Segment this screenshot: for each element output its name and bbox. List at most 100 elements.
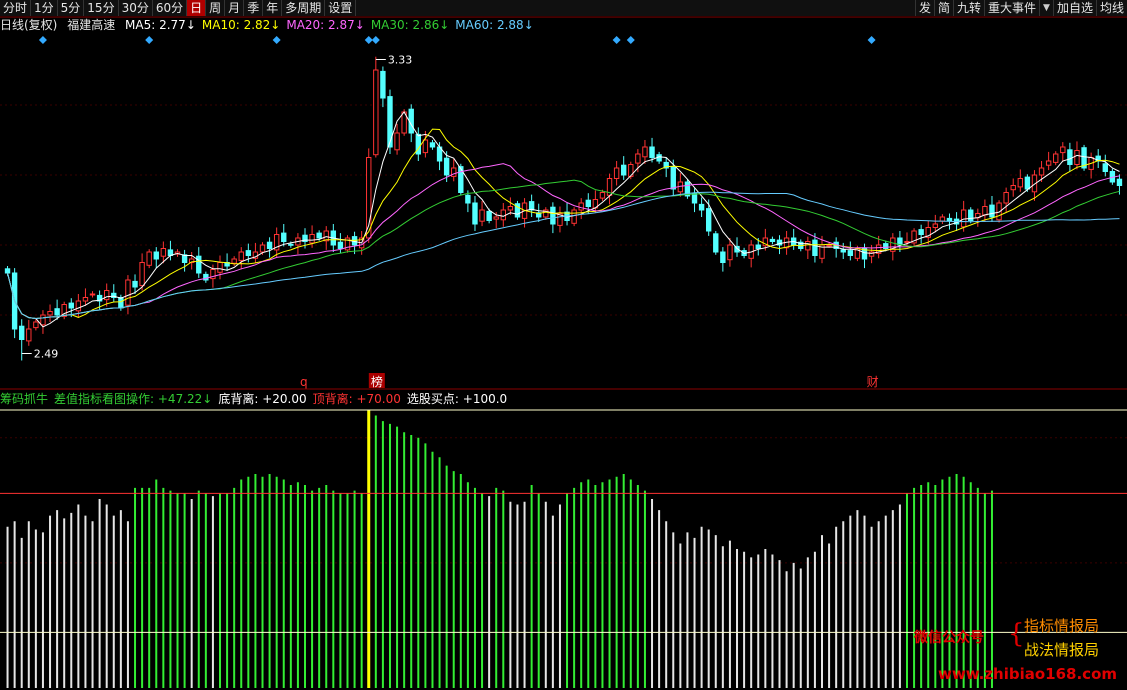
tab-3[interactable]: 15分 xyxy=(84,0,119,16)
candle-body-34 xyxy=(245,250,252,257)
candle-body-101 xyxy=(720,251,726,263)
candle-body-127 xyxy=(904,241,910,243)
candle-body-143 xyxy=(1017,178,1024,188)
diamond-marker-1 xyxy=(145,36,154,44)
candle-74 xyxy=(528,194,535,217)
candle-body-47 xyxy=(337,241,344,249)
diamond-marker-5 xyxy=(612,36,621,44)
candle-138 xyxy=(982,199,988,222)
right-button-1[interactable]: 简 xyxy=(934,0,953,16)
toolbar-right: 发简九转 重大事件 ▼ 加自选 均线 xyxy=(914,0,1127,16)
candle-105 xyxy=(748,240,754,268)
candle-body-148 xyxy=(1053,153,1059,163)
stock-name: 福建高速 xyxy=(67,18,116,32)
indicator-legend-item-3: 顶背离: +70.00 xyxy=(312,392,401,406)
dropdown-arrow-icon[interactable]: ▼ xyxy=(1039,0,1053,16)
event-marker-2: 财 xyxy=(867,375,879,389)
candlestick-series xyxy=(4,56,1123,361)
candle-98 xyxy=(698,197,705,217)
candle-body-65 xyxy=(465,194,471,204)
candle-body-5 xyxy=(40,314,46,326)
candle-body-131 xyxy=(932,223,939,228)
right-button-after-1[interactable]: 均线 xyxy=(1095,0,1127,16)
candle-60 xyxy=(429,140,436,150)
candle-5 xyxy=(40,310,46,334)
watermark: 微信公众号 { 指标情报局 战法情报局 www.zhibiao168.com xyxy=(914,615,1124,687)
candle-111 xyxy=(790,228,797,250)
right-button-3[interactable]: 重大事件 xyxy=(984,0,1039,16)
right-button-0[interactable]: 发 xyxy=(914,0,934,16)
candle-131 xyxy=(932,214,939,233)
tab-9[interactable]: 季 xyxy=(244,0,264,16)
candle-body-60 xyxy=(429,142,436,148)
tab-10[interactable]: 年 xyxy=(263,0,283,16)
candle-150 xyxy=(1067,142,1073,172)
candle-body-6 xyxy=(47,311,53,316)
candle-body-135 xyxy=(960,209,967,228)
candle-body-7 xyxy=(54,308,60,316)
toolbar: 分时 1分 5分 15分 30分 60分日周月季年多周期 设置 发简九转 重大事件 ▼ 加自选… xyxy=(0,0,1127,17)
tab-11[interactable]: 多周期 xyxy=(282,0,326,16)
candle-38 xyxy=(273,227,280,257)
candle-12 xyxy=(89,291,96,298)
candle-108 xyxy=(769,236,776,245)
tab-2[interactable]: 5分 xyxy=(58,0,85,16)
right-button-after-0[interactable]: 加自选 xyxy=(1052,0,1096,16)
candle-body-3 xyxy=(26,328,32,342)
candle-83 xyxy=(592,190,599,213)
candle-26 xyxy=(188,252,195,270)
tab-5[interactable]: 60分 xyxy=(153,0,188,16)
tab-7[interactable]: 周 xyxy=(206,0,226,16)
candle-body-141 xyxy=(1003,192,1009,204)
tab-1[interactable]: 1分 xyxy=(31,0,58,16)
candle-body-71 xyxy=(507,206,514,211)
candle-body-99 xyxy=(705,208,712,232)
candle-body-90 xyxy=(642,146,648,158)
diamond-marker-4 xyxy=(371,36,380,44)
candle-141 xyxy=(1003,187,1009,213)
tab-4[interactable]: 30分 xyxy=(119,0,153,16)
candle-76 xyxy=(543,207,549,220)
tab-12[interactable]: 设置 xyxy=(325,0,357,16)
candle-body-0 xyxy=(4,268,11,274)
indicator-legend-item-1: 差值指标看图操作: +47.22↓ xyxy=(54,392,213,406)
candle-72 xyxy=(514,200,521,220)
candle-37 xyxy=(266,237,273,258)
candle-body-157 xyxy=(1116,178,1123,186)
candle-body-108 xyxy=(769,238,776,242)
candle-body-68 xyxy=(486,210,492,221)
indicator-legend-item-0: 筹码抓牛 xyxy=(0,392,49,406)
candle-21 xyxy=(153,247,159,269)
tab-8[interactable]: 月 xyxy=(225,0,245,16)
candle-body-118 xyxy=(840,249,846,253)
candle-body-80 xyxy=(571,209,577,224)
watermark-url: www.zhibiao168.com xyxy=(938,665,1118,683)
candle-53 xyxy=(380,66,386,108)
candle-129 xyxy=(918,224,924,244)
ma-legend-item-2: MA20: 2.87↓ xyxy=(286,18,365,32)
candle-81 xyxy=(578,198,584,220)
candle-130 xyxy=(925,220,931,245)
event-marker-1: 榜 xyxy=(371,374,383,389)
candle-body-100 xyxy=(713,233,719,253)
candle-27 xyxy=(196,247,202,278)
candle-45 xyxy=(323,226,329,250)
candle-41 xyxy=(295,233,301,255)
event-marker-0: q xyxy=(300,375,308,389)
candle-body-89 xyxy=(635,153,641,164)
candle-body-32 xyxy=(231,258,237,264)
candle-47 xyxy=(337,233,344,254)
candle-body-36 xyxy=(259,244,266,253)
candle-32 xyxy=(231,256,237,266)
ma-legend: 日线(复权) 福建高速 MA5: 2.77↓ MA10: 2.82↓ MA20: 2… xyxy=(0,18,540,33)
tab-6[interactable]: 日 xyxy=(187,0,207,16)
candle-body-37 xyxy=(266,241,273,249)
candle-body-87 xyxy=(621,164,627,176)
right-button-2[interactable]: 九转 xyxy=(953,0,984,16)
tab-0[interactable]: 分时 xyxy=(0,0,32,16)
candle-body-84 xyxy=(599,192,606,199)
candle-58 xyxy=(415,127,422,161)
ma-values: MA5: 2.77↓ MA10: 2.82↓ MA20: 2.87↓ MA30: 2.… xyxy=(125,18,540,32)
candle-body-102 xyxy=(727,244,733,261)
candle-body-138 xyxy=(982,206,988,216)
